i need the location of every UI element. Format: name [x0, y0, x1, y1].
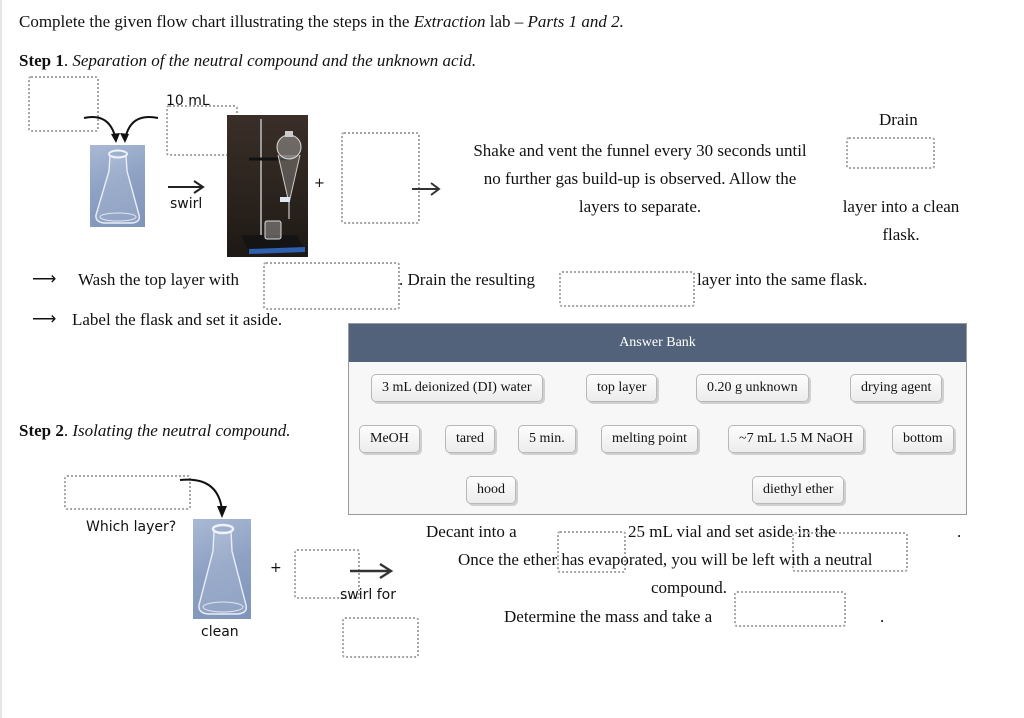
step1-title: Separation of the neutral compound and t…: [72, 51, 477, 70]
answer-chip-5-min[interactable]: 5 min.: [518, 425, 576, 453]
label-flask-text: Label the flask and set it aside.: [72, 310, 283, 329]
wash-text: Wash the top layer with: [78, 270, 240, 289]
drain-after-line-2: flask.: [882, 225, 920, 244]
wash-arrow-icon: ⟶: [32, 269, 57, 288]
instructions: Complete the given flow chart illustrati…: [19, 12, 624, 32]
drain-after-text: layer into a clean flask.: [826, 193, 976, 249]
instructions-parts: Parts 1 and 2.: [527, 12, 624, 31]
answer-bank-title: Answer Bank: [349, 324, 966, 362]
period: .: [957, 522, 962, 541]
answer-chip-di-water[interactable]: 3 mL deionized (DI) water: [371, 374, 543, 402]
answer-chip-bottom[interactable]: bottom: [892, 425, 954, 453]
answer-chip-tared[interactable]: tared: [445, 425, 495, 453]
step2-title: Isolating the neutral compound.: [72, 421, 291, 440]
drop-zone-drain-layer[interactable]: [846, 137, 935, 169]
clean-label: clean: [201, 624, 239, 640]
answer-chip-unknown[interactable]: 0.20 g unknown: [696, 374, 809, 402]
determine-text: Determine the mass and take a: [504, 607, 713, 626]
label-arrow-icon: ⟶: [32, 309, 57, 328]
period: .: [880, 607, 885, 626]
answer-chip-hood[interactable]: hood: [466, 476, 516, 504]
same-flask-text: layer into the same flask.: [697, 270, 868, 289]
plus-sign: +: [314, 176, 325, 191]
shake-instructions: Shake and vent the funnel every 30 secon…: [440, 137, 840, 221]
answer-chip-meoh[interactable]: MeOH: [359, 425, 420, 453]
drop-zone-reagent[interactable]: [341, 132, 420, 224]
instructions-mid: lab –: [485, 12, 528, 31]
separatory-funnel-image: [227, 115, 308, 257]
answer-chip-naoh[interactable]: ~7 mL 1.5 M NaOH: [728, 425, 864, 453]
drop-zone-wash-reagent[interactable]: [263, 262, 400, 310]
step2-label: Step 2: [19, 421, 64, 440]
erlenmeyer-flask-image: [193, 519, 251, 619]
drop-zone-swirl-time[interactable]: [342, 617, 419, 658]
answer-chip-melting-point[interactable]: melting point: [601, 425, 699, 453]
right-arrow-icon: [412, 182, 441, 196]
erlenmeyer-flask-image: [90, 145, 145, 227]
drop-zone-which-layer[interactable]: [64, 475, 191, 510]
drain-resulting-text: . Drain the resulting: [399, 270, 535, 289]
page-left-border: [0, 0, 2, 718]
step1-label: Step 1: [19, 51, 64, 70]
swirl-label: swirl: [170, 196, 203, 212]
step2-heading: Step 2. Isolating the neutral compound.: [19, 421, 291, 440]
ether-text: Once the ether has evaporated, you will …: [458, 550, 873, 569]
answer-bank: Answer Bank 3 mL deionized (DI) water to…: [348, 323, 967, 515]
plus-sign: +: [270, 560, 282, 576]
drop-zone-measurement[interactable]: [734, 591, 846, 627]
curved-arrow-icon: [179, 478, 227, 518]
which-layer-label: Which layer?: [86, 519, 177, 535]
answer-chip-drying-agent[interactable]: drying agent: [850, 374, 943, 402]
compound-text: compound.: [651, 578, 728, 597]
decant-text: Decant into a: [426, 522, 517, 541]
drain-label: Drain: [879, 110, 918, 129]
answer-chip-top-layer[interactable]: top layer: [586, 374, 658, 402]
shake-line-2: no further gas build-up is observed. All…: [483, 169, 797, 188]
drop-zone-resulting-layer[interactable]: [559, 271, 695, 307]
step1-heading: Step 1. Separation of the neutral compou…: [19, 51, 477, 70]
curved-arrows-icon: [83, 116, 159, 143]
swirl-for-label: swirl for: [340, 587, 396, 603]
right-arrow-icon: [168, 180, 205, 194]
lab-name: Extraction: [413, 12, 486, 31]
shake-line-1: Shake and vent the funnel every 30 secon…: [473, 141, 807, 160]
instructions-prefix: Complete the given flow chart illustrati…: [19, 12, 414, 31]
drain-after-line-1: layer into a clean: [842, 197, 960, 216]
right-arrow-icon: [350, 562, 394, 580]
answer-chip-diethyl-ether[interactable]: diethyl ether: [752, 476, 845, 504]
shake-line-3: layers to separate.: [578, 197, 702, 216]
